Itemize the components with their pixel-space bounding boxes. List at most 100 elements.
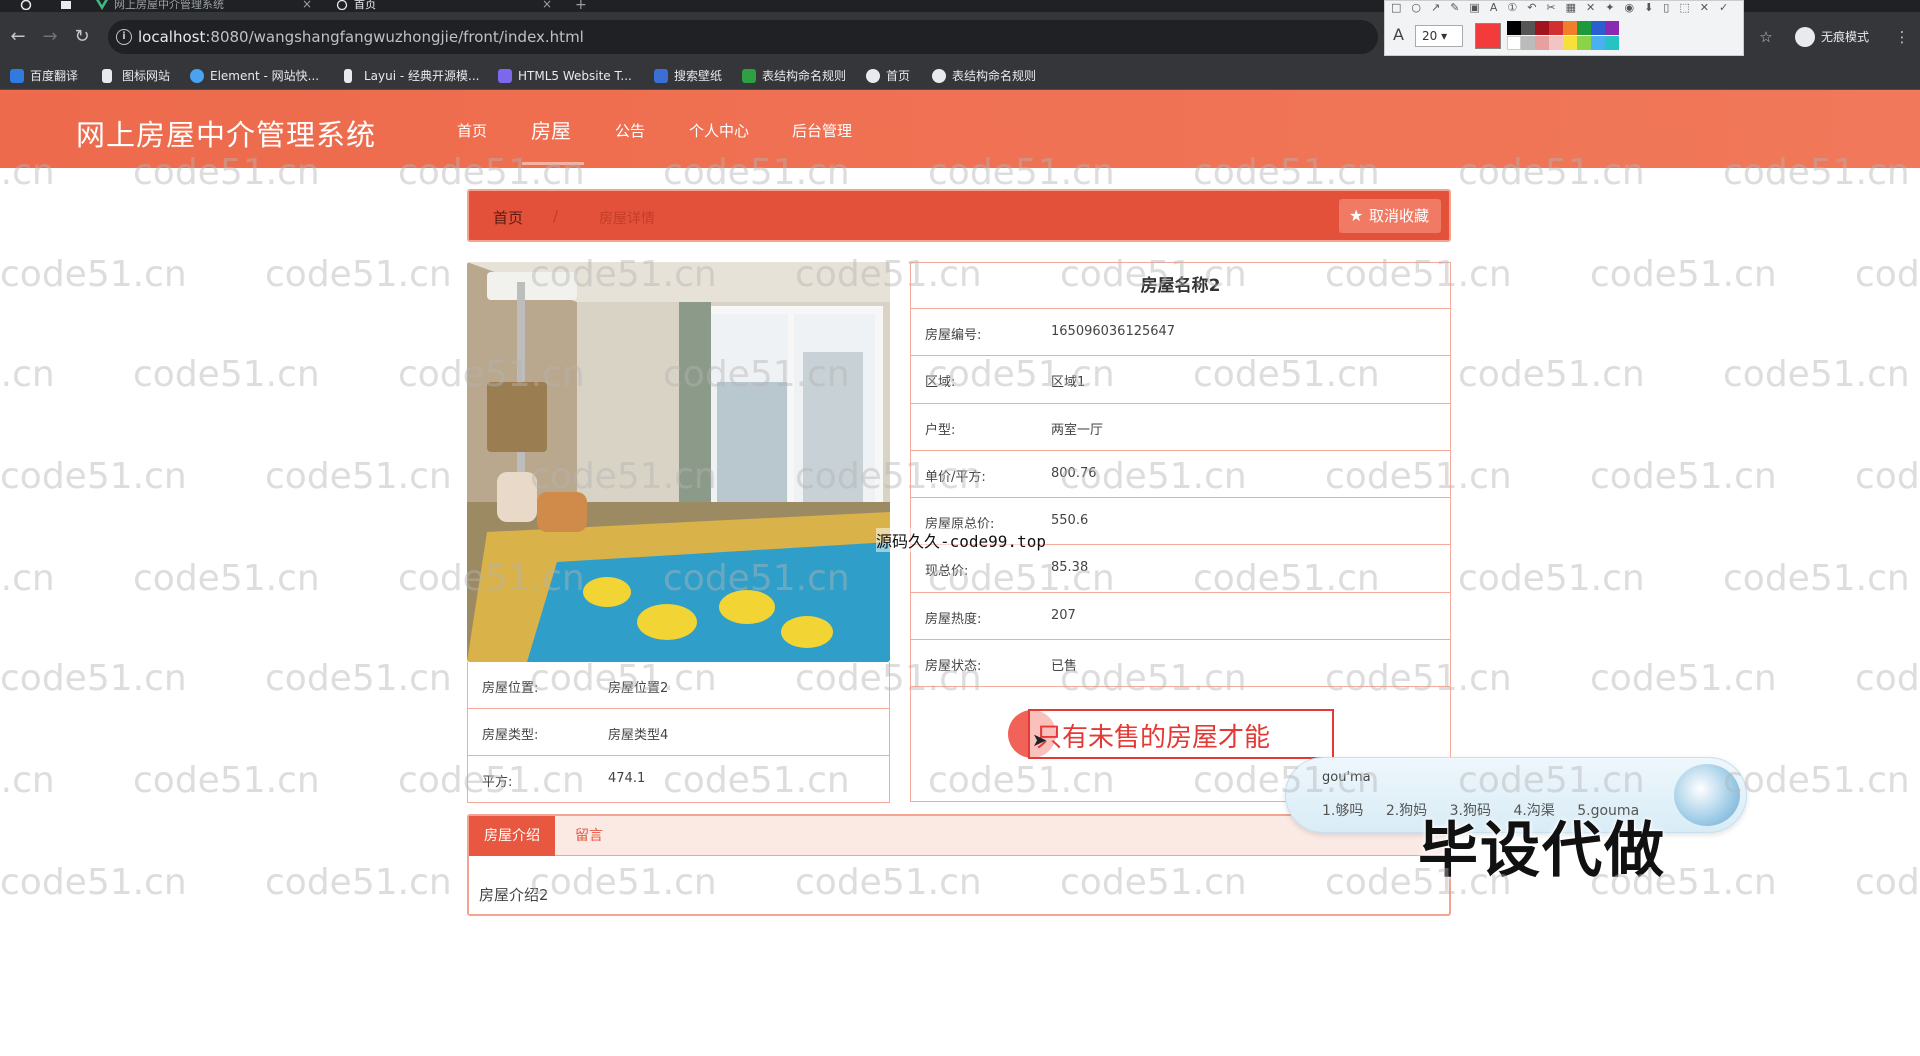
bookmark-item[interactable]: HTML5 Website T... [496,67,632,85]
watermark-text: code51.cn [1855,254,1920,295]
field-label: 单价/平方: [925,469,986,485]
color-swatch[interactable] [1563,36,1577,50]
font-size-select[interactable]: 20 ▾ [1415,25,1463,47]
reload-icon[interactable]: ↻ [70,25,94,49]
nav-admin[interactable]: 后台管理 [792,120,852,141]
bookmarks-bar: 百度翻译 图标网站 Element - 网站快... Layui - 经典开源模… [0,62,1920,90]
tab-system[interactable]: 网上房屋中介管理系统 × [92,0,312,12]
watermark-text: code51.cn [265,658,452,699]
nav-notice[interactable]: 公告 [615,120,645,141]
watermark-text: code51.cn [0,354,55,395]
info-row-current-total: 现总价: 85.38 [911,545,1450,593]
address-bar[interactable]: i localhost:8080/wangshangfangwuzhongjie… [108,20,1378,54]
browser-logo-icon [20,0,32,11]
field-value: 房屋类型4 [608,728,669,743]
color-swatch[interactable] [1549,21,1563,35]
star-icon[interactable]: ☆ [1756,27,1776,47]
breadcrumb-current: 房屋详情 [599,211,655,227]
globe-icon [866,69,880,83]
color-swatch[interactable] [1591,36,1605,50]
info-row-number: 房屋编号: 165096036125647 [911,309,1450,357]
house-info-left: 房屋位置: 房屋位置2 房屋类型: 房屋类型4 平方: 474.1 [467,662,890,803]
color-swatch[interactable] [1507,21,1521,35]
field-value: 550.6 [1051,513,1089,529]
bookmark-item[interactable]: 搜索壁纸 [652,67,722,85]
watermark-text: code51.cn [1590,456,1777,497]
browser-menu-tab[interactable] [16,0,56,12]
detail-tabs: 房屋介绍 留言 房屋介绍2 [467,814,1451,916]
color-swatch[interactable] [1507,36,1521,50]
watermark-text: code51.cn [1590,658,1777,699]
page: 网上房屋中介管理系统 首页 房屋 公告 个人中心 后台管理 首页 / 房屋详情 … [0,90,1920,1056]
incognito-icon [1795,27,1815,47]
bookmark-item[interactable]: Element - 网站快... [188,67,319,85]
watermark-text: code51.cn [1723,760,1910,801]
bookmark-item[interactable]: 表结构命名规则 [740,67,846,85]
color-swatch[interactable] [1577,21,1591,35]
bookmark-item[interactable]: 首页 [864,67,910,85]
color-swatch[interactable] [1535,21,1549,35]
field-value: 85.38 [1051,560,1089,576]
layui-icon [344,69,352,83]
nav-house[interactable]: 房屋 [531,115,571,144]
tab-home[interactable]: 首页 × [332,0,552,12]
info-icon[interactable]: i [116,29,132,45]
color-swatch[interactable] [1591,21,1605,35]
unfavorite-button[interactable]: ★ 取消收藏 [1338,199,1441,233]
tab-blank-icon [60,0,74,12]
field-label: 户型: [925,422,956,438]
top-navbar: 网上房屋中介管理系统 首页 房屋 公告 个人中心 后台管理 [0,90,1920,168]
color-swatch[interactable] [1521,36,1535,50]
back-icon[interactable]: ← [6,25,30,49]
watermark-text: code51.cn [133,354,320,395]
unfavorite-label: 取消收藏 [1368,207,1429,225]
house-name: 房屋名称2 [911,263,1450,309]
close-icon[interactable]: × [542,0,552,10]
more-menu-icon[interactable]: ⋮ [1892,27,1912,47]
font-icon[interactable]: A [1393,25,1404,44]
tab-comments[interactable]: 留言 [575,816,603,856]
overlay-source-text: 源码久久-code99.top [876,528,1046,552]
color-swatch[interactable] [1577,36,1591,50]
watermark-text: code51.cn [1723,354,1910,395]
bookmark-item[interactable]: 百度翻译 [8,67,78,85]
watermark-text: code51.cn [265,862,452,903]
overlay-promo-text: 毕设代做 [1418,816,1666,886]
color-swatch[interactable] [1605,36,1619,50]
element-icon [190,69,204,83]
annotation-textbox[interactable]: 只有未售的房屋才能 [1028,709,1334,759]
color-palette [1507,21,1623,51]
color-swatch[interactable] [1549,36,1563,50]
house-photo [467,262,890,662]
nav-home[interactable]: 首页 [457,120,487,141]
close-icon[interactable]: × [302,0,312,10]
breadcrumb-home[interactable]: 首页 [493,207,523,228]
field-label: 房屋热度: [925,611,982,627]
new-tab-button[interactable]: + [575,0,595,12]
incognito-indicator[interactable]: 无痕模式 [1795,26,1869,48]
url-text: localhost:8080/wangshangfangwuzhongjie/f… [138,28,584,46]
nav-personal-center[interactable]: 个人中心 [689,120,749,141]
field-value: 207 [1051,607,1076,623]
html5-icon [498,69,512,83]
wallpaper-icon [654,69,668,83]
tab-house-intro[interactable]: 房屋介绍 [469,816,555,856]
color-swatch[interactable] [1521,21,1535,35]
nav-active-indicator [522,162,584,165]
color-swatch[interactable] [1605,21,1619,35]
color-swatch[interactable] [1563,21,1577,35]
watermark-text: code51.cn [0,456,187,497]
breadcrumb: 首页 / 房屋详情 ★ 取消收藏 [467,189,1451,242]
bookmark-item[interactable]: 表结构命名规则 [930,67,1036,85]
current-color-swatch[interactable] [1475,23,1501,49]
watermark-text: code51.cn [0,254,187,295]
drawing-tools-row[interactable]: □○↗✎▣A①↶✂▦✕✦◉⬇▯⬚✕✓ [1391,1,1731,15]
ime-candidate[interactable]: 1.够吗 [1322,803,1363,819]
forward-icon[interactable]: → [38,25,62,49]
field-label: 平方: [482,775,513,790]
bookmark-item[interactable]: 图标网站 [100,67,170,85]
field-value: 区域1 [1051,375,1086,391]
watermark-text: code51.cn [1855,456,1920,497]
color-swatch[interactable] [1535,36,1549,50]
bookmark-item[interactable]: Layui - 经典开源模... [342,67,479,85]
